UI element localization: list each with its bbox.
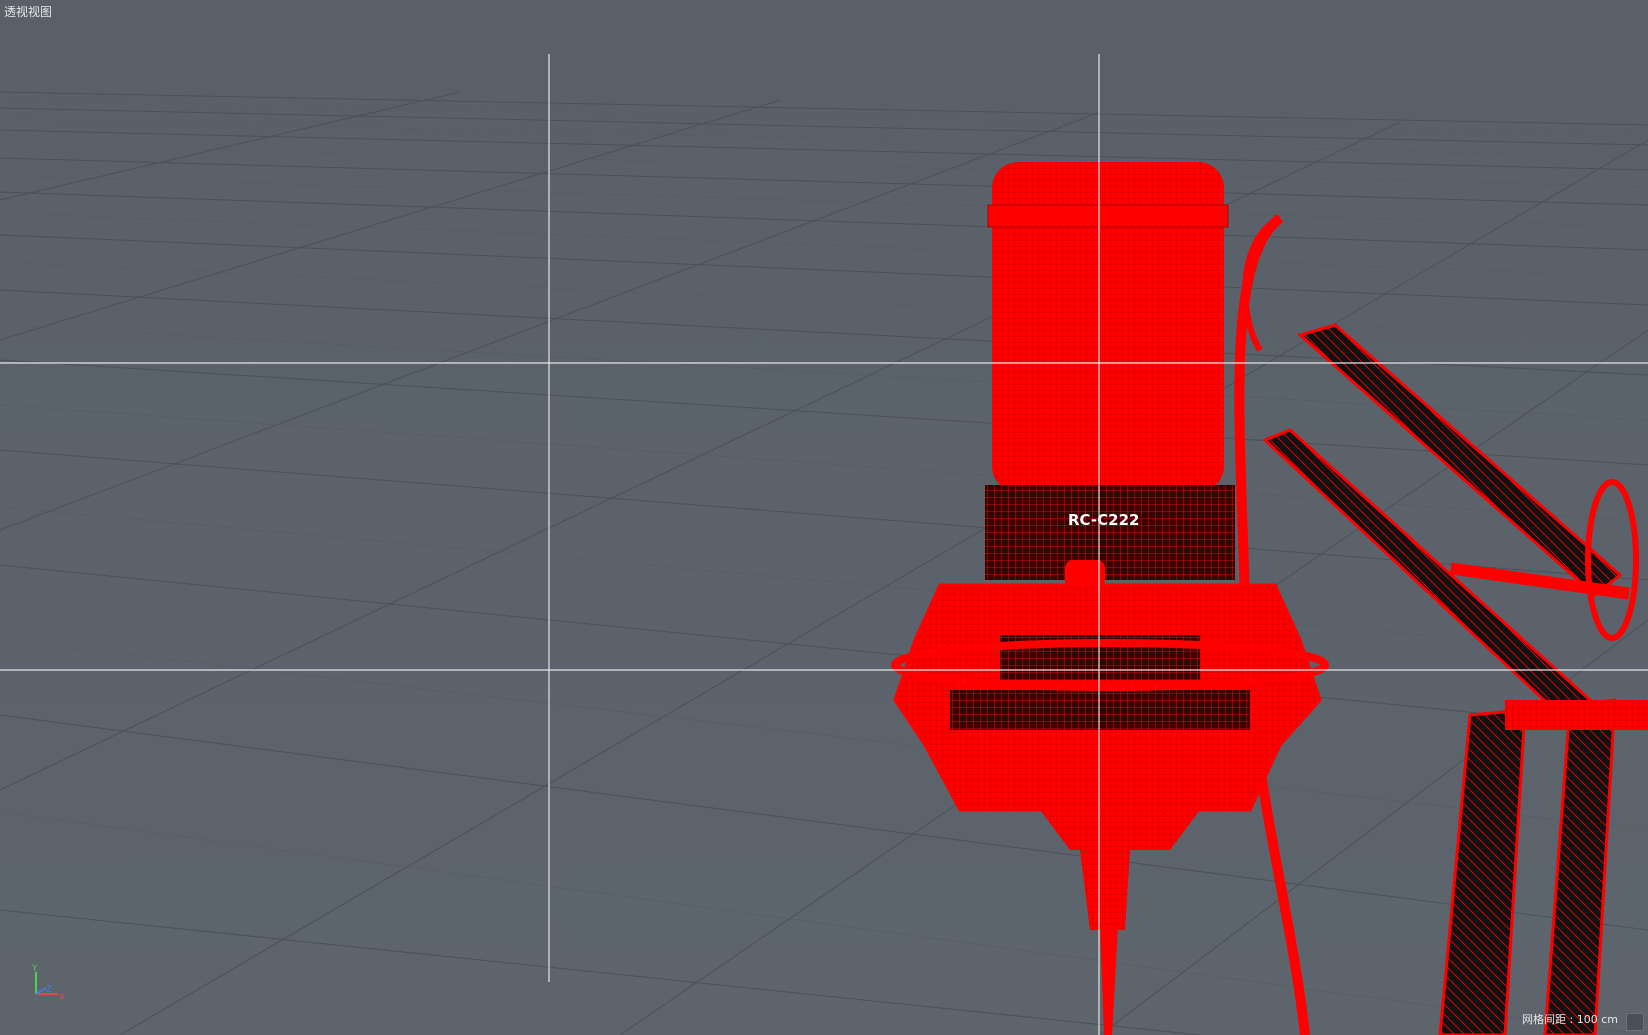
perspective-viewport[interactable]: 透视视图 RC-C222 Y Z X 网格间距: 100 cm (0, 0, 1648, 1035)
axis-gizmo: Y Z X (31, 964, 65, 1003)
viewport-corner-button[interactable] (1626, 1013, 1644, 1031)
axis-x-label: X (59, 993, 65, 1003)
axis-z-label: Z (46, 985, 52, 995)
mic-stand-arm[interactable] (1262, 323, 1648, 1035)
grid-spacing-status: 网格间距 : 100 cm (1522, 1013, 1618, 1026)
microphone-model[interactable]: RC-C222 (891, 162, 1329, 1035)
model-label: RC-C222 (1068, 511, 1139, 529)
scene-canvas[interactable]: RC-C222 (0, 0, 1648, 1035)
axis-y-label: Y (31, 964, 38, 974)
